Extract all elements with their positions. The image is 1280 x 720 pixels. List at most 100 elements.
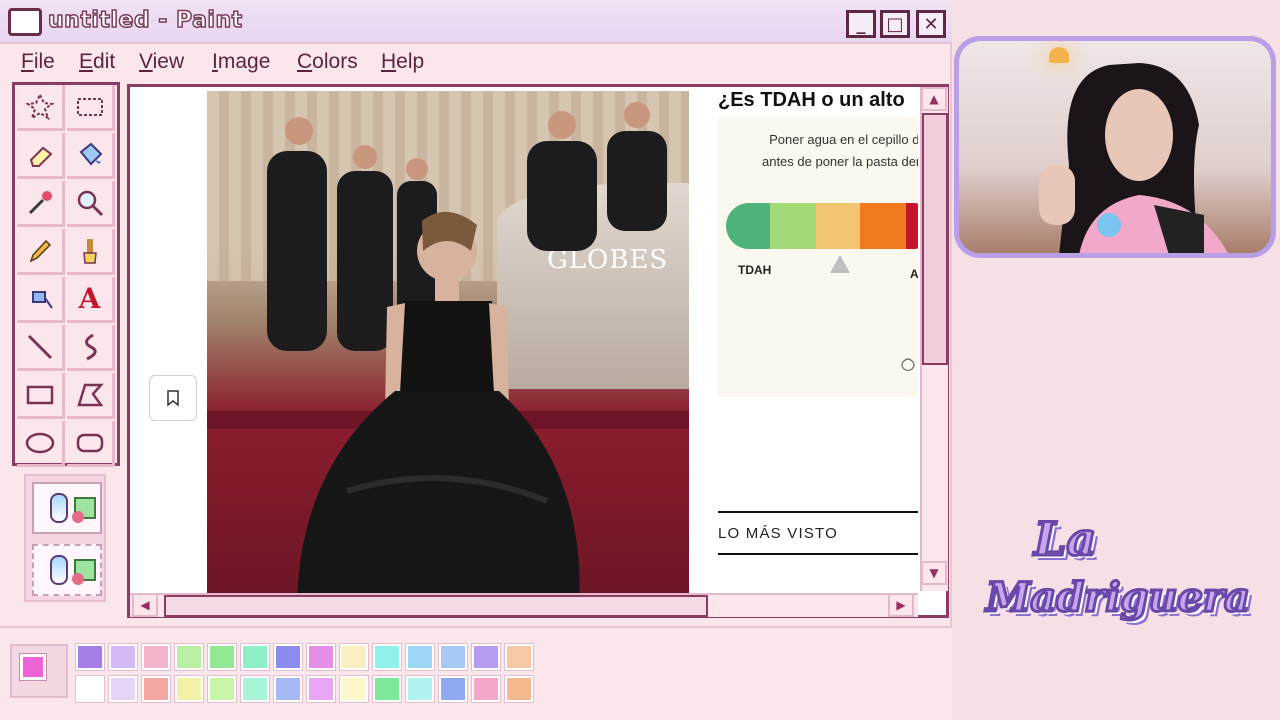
quiz-question-line-1: Poner agua en el cepillo de dien <box>769 132 918 147</box>
bookmark-icon <box>167 390 179 407</box>
bookmark-button[interactable] <box>149 375 197 421</box>
scale-right-label: A <box>910 267 918 281</box>
opaque-option-button[interactable] <box>32 482 102 534</box>
menu-colors[interactable]: Colors <box>297 50 358 74</box>
palette-swatch[interactable] <box>75 643 105 671</box>
palette-swatch[interactable] <box>339 643 369 671</box>
palette-swatch[interactable] <box>273 643 303 671</box>
scale-left-label: TDAH <box>738 263 772 277</box>
tool-options-panel <box>24 474 106 602</box>
section-divider-bottom <box>718 553 918 555</box>
la-madriguera-logo: La Madriguera <box>985 511 1252 682</box>
palette-swatch[interactable] <box>405 675 435 703</box>
free-select-tool-icon[interactable] <box>17 85 65 131</box>
rectangle-tool-icon[interactable] <box>17 373 65 419</box>
palette-swatch[interactable] <box>108 675 138 703</box>
palette-swatch[interactable] <box>438 643 468 671</box>
toolbox: A <box>12 82 120 467</box>
rounded-rectangle-tool-icon[interactable] <box>67 421 115 467</box>
black-gown-figure <box>297 211 580 597</box>
color-picker-tool-icon[interactable] <box>17 181 65 227</box>
menu-help[interactable]: Help <box>381 50 424 74</box>
palette-swatch[interactable] <box>174 675 204 703</box>
menu-view[interactable]: View <box>139 50 184 74</box>
pencil-tool-icon[interactable] <box>17 229 65 275</box>
transparent-option-button[interactable] <box>32 544 102 596</box>
horizontal-scroll-thumb[interactable] <box>164 595 708 617</box>
ellipse-tool-icon[interactable] <box>17 421 65 467</box>
palette-swatch[interactable] <box>240 643 270 671</box>
palette-swatch[interactable] <box>504 675 534 703</box>
palette-swatch[interactable] <box>504 643 534 671</box>
menu-file[interactable]: File <box>21 50 55 74</box>
palette-swatch[interactable] <box>108 643 138 671</box>
horizontal-scrollbar[interactable]: ◀ ▶ <box>130 593 918 617</box>
palette-swatch[interactable] <box>339 675 369 703</box>
vertical-scroll-thumb[interactable] <box>922 113 948 365</box>
palette-swatch[interactable] <box>273 675 303 703</box>
curve-tool-icon[interactable] <box>67 325 115 371</box>
eraser-tool-icon[interactable] <box>17 133 65 179</box>
palette-swatch[interactable] <box>141 643 171 671</box>
palette-swatch[interactable] <box>306 643 336 671</box>
palette-swatch[interactable] <box>75 675 105 703</box>
title-bar[interactable]: untitled - Paint _ □ ✕ <box>0 0 952 44</box>
close-button[interactable]: ✕ <box>916 10 946 38</box>
quiz-card: Poner agua en el cepillo de dien antes d… <box>718 117 918 397</box>
vertical-scrollbar[interactable]: ▲ ▼ <box>920 87 948 591</box>
palette-swatch[interactable] <box>471 643 501 671</box>
brain-icon <box>900 357 916 373</box>
color-palette <box>0 626 952 720</box>
palette-swatch[interactable] <box>141 675 171 703</box>
webcam-overlay <box>954 36 1276 258</box>
scroll-down-button[interactable]: ▼ <box>921 561 947 585</box>
foreground-color[interactable] <box>19 653 47 681</box>
polygon-tool-icon[interactable] <box>67 373 115 419</box>
article-panel: ¿Es TDAH o un alto Poner agua en el cepi… <box>718 87 918 597</box>
canvas-frame: GLOBES ¿Es TDAH o un alto Poner agua en … <box>127 84 949 618</box>
window-title: untitled - Paint <box>47 7 243 34</box>
paint-app-icon <box>8 8 42 36</box>
palette-swatch[interactable] <box>240 675 270 703</box>
scale-segment-3[interactable] <box>816 203 860 249</box>
scroll-up-button[interactable]: ▲ <box>921 87 947 111</box>
palette-swatch[interactable] <box>405 643 435 671</box>
palette-swatch[interactable] <box>306 675 336 703</box>
most-viewed-heading: LO MÁS VISTO <box>718 525 838 542</box>
scale-segment-1[interactable] <box>726 203 770 249</box>
rect-select-tool-icon[interactable] <box>67 85 115 131</box>
menu-bar: File Edit View Image Colors Help <box>0 46 952 80</box>
maximize-button[interactable]: □ <box>880 10 910 38</box>
line-tool-icon[interactable] <box>17 325 65 371</box>
current-colors[interactable] <box>10 644 68 698</box>
logo-line-1: La <box>1032 511 1097 568</box>
text-tool-icon[interactable]: A <box>67 277 115 323</box>
red-carpet-photo: GLOBES <box>207 91 689 597</box>
palette-swatch[interactable] <box>372 675 402 703</box>
logo-line-2: Madriguera <box>985 573 1252 623</box>
scroll-left-button[interactable]: ◀ <box>132 593 158 617</box>
menu-image[interactable]: Image <box>212 50 270 74</box>
palette-swatch[interactable] <box>438 675 468 703</box>
paint-window: untitled - Paint _ □ ✕ File Edit View Im… <box>0 0 952 720</box>
palette-swatch[interactable] <box>207 675 237 703</box>
scale-segment-5[interactable] <box>906 203 918 249</box>
fill-bucket-tool-icon[interactable] <box>67 133 115 179</box>
adhd-scale-bar[interactable] <box>726 203 918 249</box>
streamer-figure <box>1039 63 1228 253</box>
palette-swatch[interactable] <box>174 643 204 671</box>
section-divider-top <box>718 511 918 513</box>
scale-segment-2[interactable] <box>770 203 816 249</box>
quiz-question-line-2: antes de poner la pasta denta <box>761 154 918 169</box>
scroll-right-button[interactable]: ▶ <box>888 593 914 617</box>
palette-swatch[interactable] <box>207 643 237 671</box>
minimize-button[interactable]: _ <box>846 10 876 38</box>
menu-edit[interactable]: Edit <box>79 50 115 74</box>
airbrush-tool-icon[interactable] <box>17 277 65 323</box>
palette-swatch[interactable] <box>372 643 402 671</box>
palette-swatch[interactable] <box>471 675 501 703</box>
brush-tool-icon[interactable] <box>67 229 115 275</box>
drawing-canvas[interactable]: GLOBES ¿Es TDAH o un alto Poner agua en … <box>130 87 918 597</box>
magnifier-tool-icon[interactable] <box>67 181 115 227</box>
scale-segment-4[interactable] <box>860 203 906 249</box>
